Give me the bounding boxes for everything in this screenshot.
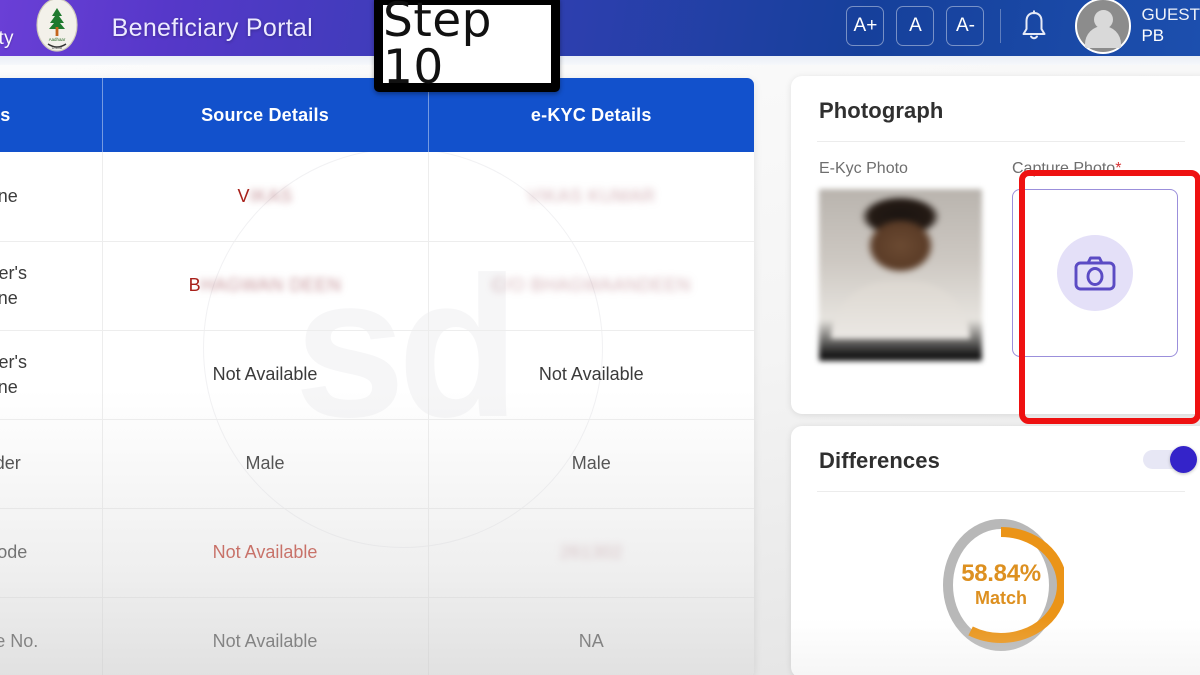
row-field-label: ne	[0, 152, 103, 242]
row-source-value-text: HAGWAN DEEN	[200, 275, 342, 295]
row-ekyc-value-text: Male	[571, 453, 611, 473]
camera-icon	[1057, 235, 1133, 311]
match-percentage-value: 58.84%	[961, 560, 1041, 588]
row-ekyc-value: Male	[428, 419, 754, 509]
table-row: code Not Available 261302	[0, 508, 754, 598]
user-role-label: GUEST	[1141, 5, 1200, 24]
user-state-label: PB	[1141, 26, 1165, 45]
row-source-value-prefix: B	[188, 275, 201, 295]
font-normal-button[interactable]: A	[896, 6, 935, 46]
step-annotation-badge: Step 10	[374, 0, 560, 92]
table-body: neVIKASVIKAS KUMARher's neBHAGWAN DEENC/…	[0, 152, 754, 675]
row-ekyc-value: NA	[428, 597, 754, 675]
column-header-fields: ds	[0, 78, 103, 152]
kyc-comparison-table-panel: sd ds Source Details e-KYC Details neVIK…	[0, 78, 754, 675]
header-actions: A+ A A- GUEST PB	[846, 0, 1200, 54]
row-ekyc-value-text: Not Available	[538, 364, 644, 384]
row-field-label: her's ne	[0, 330, 103, 420]
row-source-value: BHAGWAN DEEN	[102, 241, 429, 331]
portal-title: Beneficiary Portal	[111, 13, 313, 42]
row-source-value: Not Available	[102, 508, 429, 598]
row-ekyc-value: Not Available	[428, 330, 754, 420]
svg-text:Aadhaar: Aadhaar	[48, 37, 65, 42]
row-source-value-text: Male	[245, 453, 285, 473]
table-row: ne VIKAS VIKAS KUMAR	[0, 152, 754, 242]
row-source-value-prefix: V	[237, 185, 250, 206]
user-identity[interactable]: GUEST PB	[1141, 4, 1200, 46]
government-emblem-icon: Aadhaar UIDAI	[28, 0, 86, 54]
row-ekyc-value-text: VIKAS KUMAR	[526, 185, 656, 206]
capture-photo-label-text: Capture Photo	[1012, 160, 1116, 177]
app-header: th hority Aadhaar UIDAI Beneficiary Port…	[0, 0, 1200, 56]
row-field-label: her's ne	[0, 241, 103, 331]
row-ekyc-value: C/O BHAGWAANDEEN	[428, 241, 754, 331]
photograph-body: E-Kyc Photo Capture Photo*	[791, 142, 1200, 361]
row-source-value-text: Not Available	[212, 631, 318, 651]
match-label: Match	[974, 587, 1027, 608]
required-marker: *	[1115, 160, 1122, 177]
row-source-value: Not Available	[102, 330, 429, 420]
row-source-value: Male	[102, 419, 429, 509]
differences-toggle[interactable]	[1143, 446, 1197, 473]
font-decrease-button[interactable]: A-	[946, 6, 985, 46]
table-row: bile No. Not Available NA	[0, 597, 754, 675]
table-row: der Male Male	[0, 419, 754, 509]
differences-panel: Differences 58.84% Match	[791, 426, 1200, 675]
header-divider	[1000, 9, 1002, 43]
differences-panel-title: Differences	[819, 448, 940, 473]
notification-bell-icon[interactable]	[1019, 9, 1049, 43]
ekyc-photo-image	[819, 189, 982, 361]
svg-text:UIDAI: UIDAI	[51, 45, 62, 50]
ekyc-photo-group: E-Kyc Photo	[819, 160, 982, 361]
row-field-label: bile No.	[0, 597, 103, 675]
table-row: her's ne Not Available Not Available	[0, 330, 754, 420]
table-row: her's neBHAGWAN DEENC/O BHAGWAANDEEN	[0, 241, 754, 331]
row-ekyc-value-text: C/O BHAGWAANDEEN	[491, 275, 691, 295]
row-source-value-text: Not Available	[212, 542, 318, 562]
org-name-text: th hority	[0, 28, 14, 49]
row-ekyc-value: 261302	[428, 508, 754, 598]
row-ekyc-value: VIKAS KUMAR	[428, 152, 754, 242]
row-ekyc-value-text: 261302	[559, 542, 623, 562]
row-field-label: code	[0, 508, 103, 598]
row-source-value-text: IKAS	[249, 185, 293, 206]
screen-root: th hority Aadhaar UIDAI Beneficiary Port…	[0, 0, 1200, 675]
capture-photo-button[interactable]	[1012, 189, 1178, 357]
row-source-value-text: Not Available	[212, 364, 318, 384]
header-shadow	[0, 56, 1200, 65]
step-annotation-label: Step 10	[383, 0, 493, 95]
font-increase-button[interactable]: A+	[846, 6, 885, 46]
photograph-panel: Photograph E-Kyc Photo Capture Photo*	[791, 76, 1200, 414]
kyc-comparison-table: ds Source Details e-KYC Details neVIKASV…	[0, 78, 754, 675]
row-source-value: VIKAS	[102, 152, 429, 242]
ekyc-photo-label: E-Kyc Photo	[819, 160, 908, 177]
row-source-value: Not Available	[102, 597, 429, 675]
avatar[interactable]	[1075, 0, 1132, 54]
match-donut-chart: 58.84% Match	[791, 492, 1200, 656]
row-field-label: der	[0, 419, 103, 509]
capture-photo-group: Capture Photo*	[1012, 160, 1178, 361]
row-ekyc-value-text: NA	[578, 631, 604, 651]
capture-photo-label: Capture Photo*	[1012, 160, 1178, 178]
photograph-panel-title: Photograph	[819, 98, 944, 123]
